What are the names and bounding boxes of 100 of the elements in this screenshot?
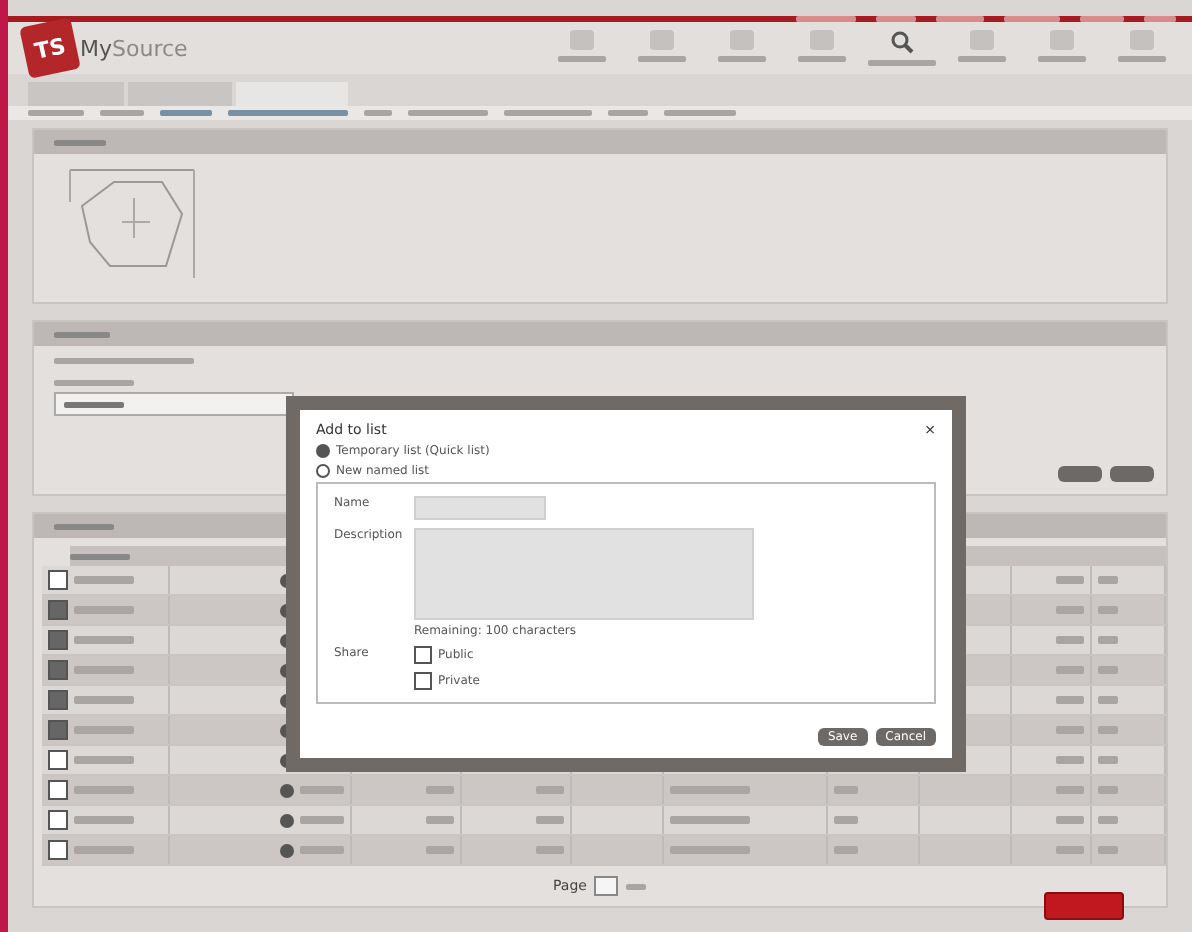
search-form-button[interactable] <box>1110 466 1154 482</box>
blurred-text <box>100 110 144 116</box>
checkbox[interactable] <box>414 672 432 690</box>
toolbar-icon[interactable] <box>730 30 754 50</box>
blurred-text <box>74 786 134 794</box>
blurred-text <box>1056 606 1085 614</box>
search-icon[interactable] <box>890 30 914 54</box>
description-field[interactable] <box>414 528 754 620</box>
blurred-text <box>1056 756 1085 764</box>
blurred-text <box>74 606 134 614</box>
blurred-text <box>833 816 858 824</box>
blurred-text <box>798 56 846 62</box>
blurred-text <box>1056 726 1085 734</box>
blurred-text <box>1056 636 1085 644</box>
toolbar-icon[interactable] <box>650 30 674 50</box>
tab[interactable] <box>128 82 232 106</box>
blurred-text <box>74 696 134 704</box>
row-checkbox[interactable] <box>48 690 68 710</box>
toolbar-icon[interactable] <box>970 30 994 50</box>
blurred-text <box>833 786 858 794</box>
blurred-text <box>1004 16 1060 22</box>
blurred-text <box>1098 846 1119 854</box>
toolbar-icon[interactable] <box>1130 30 1154 50</box>
blurred-text <box>64 401 124 407</box>
blurred-text <box>833 846 858 854</box>
blurred-text <box>300 846 345 854</box>
blurred-text <box>868 60 936 66</box>
blurred-text <box>426 846 455 854</box>
blurred-text <box>228 110 348 116</box>
blurred-text <box>664 110 736 116</box>
blurred-text <box>1098 576 1119 584</box>
submit-button[interactable] <box>1044 892 1124 920</box>
blurred-text <box>1118 56 1166 62</box>
blurred-text <box>74 666 134 674</box>
blurred-text <box>300 816 345 824</box>
blurred-text <box>1056 846 1085 854</box>
blurred-text <box>1038 56 1086 62</box>
row-checkbox[interactable] <box>48 630 68 650</box>
blurred-text <box>718 56 766 62</box>
blurred-text <box>364 110 392 116</box>
blurred-text <box>74 636 134 644</box>
row-checkbox[interactable] <box>48 750 68 770</box>
radio-button[interactable] <box>316 444 330 458</box>
search-form-button[interactable] <box>1058 466 1102 482</box>
select-field[interactable] <box>54 392 294 416</box>
row-checkbox[interactable] <box>48 840 68 860</box>
blurred-text <box>1056 576 1085 584</box>
blurred-text <box>54 380 134 386</box>
blurred-text <box>54 331 110 337</box>
blurred-text <box>1098 666 1119 674</box>
blurred-text <box>74 816 134 824</box>
blurred-text <box>1056 696 1085 704</box>
checkbox[interactable] <box>414 646 432 664</box>
blurred-text <box>1056 666 1085 674</box>
row-checkbox[interactable] <box>48 810 68 830</box>
list-icon <box>280 843 295 857</box>
name-field[interactable] <box>414 496 546 520</box>
blurred-text <box>300 786 345 794</box>
blurred-text <box>1098 696 1119 704</box>
tab[interactable] <box>28 82 124 106</box>
blurred-text <box>796 16 856 22</box>
row-checkbox[interactable] <box>48 780 68 800</box>
blurred-text <box>70 553 130 559</box>
blurred-text <box>535 816 564 824</box>
row-checkbox[interactable] <box>48 600 68 620</box>
row-checkbox[interactable] <box>48 570 68 590</box>
toolbar-icon[interactable] <box>570 30 594 50</box>
toolbar-icon[interactable] <box>810 30 834 50</box>
blurred-text <box>1056 816 1085 824</box>
blurred-text <box>1080 16 1124 22</box>
blurred-text <box>426 816 455 824</box>
row-checkbox[interactable] <box>48 720 68 740</box>
blurred-text <box>1098 606 1119 614</box>
row-checkbox[interactable] <box>48 660 68 680</box>
toolbar-icon[interactable] <box>1050 30 1074 50</box>
list-icon <box>280 783 295 797</box>
blurred-text <box>669 816 750 824</box>
page-field[interactable] <box>594 876 619 896</box>
blurred-text <box>426 786 455 794</box>
blurred-text <box>1098 636 1119 644</box>
blurred-text <box>1056 786 1085 794</box>
blurred-text <box>408 110 488 116</box>
blurred-text <box>626 883 647 889</box>
blurred-text <box>1098 786 1119 794</box>
blurred-text <box>54 139 106 145</box>
blurred-text <box>74 726 134 734</box>
blurred-text <box>74 576 134 584</box>
logo-badge: TS <box>19 17 81 79</box>
blurred-text <box>28 110 84 116</box>
blurred-text <box>669 846 750 854</box>
blurred-text <box>936 16 984 22</box>
blurred-text <box>535 846 564 854</box>
list-icon <box>280 813 295 827</box>
radio-button[interactable] <box>316 464 330 478</box>
blurred-text <box>608 110 648 116</box>
logo-text: MySource <box>80 35 188 61</box>
blurred-text <box>958 56 1006 62</box>
blurred-text <box>1098 726 1119 734</box>
blurred-text <box>876 16 916 22</box>
blurred-text <box>638 56 686 62</box>
